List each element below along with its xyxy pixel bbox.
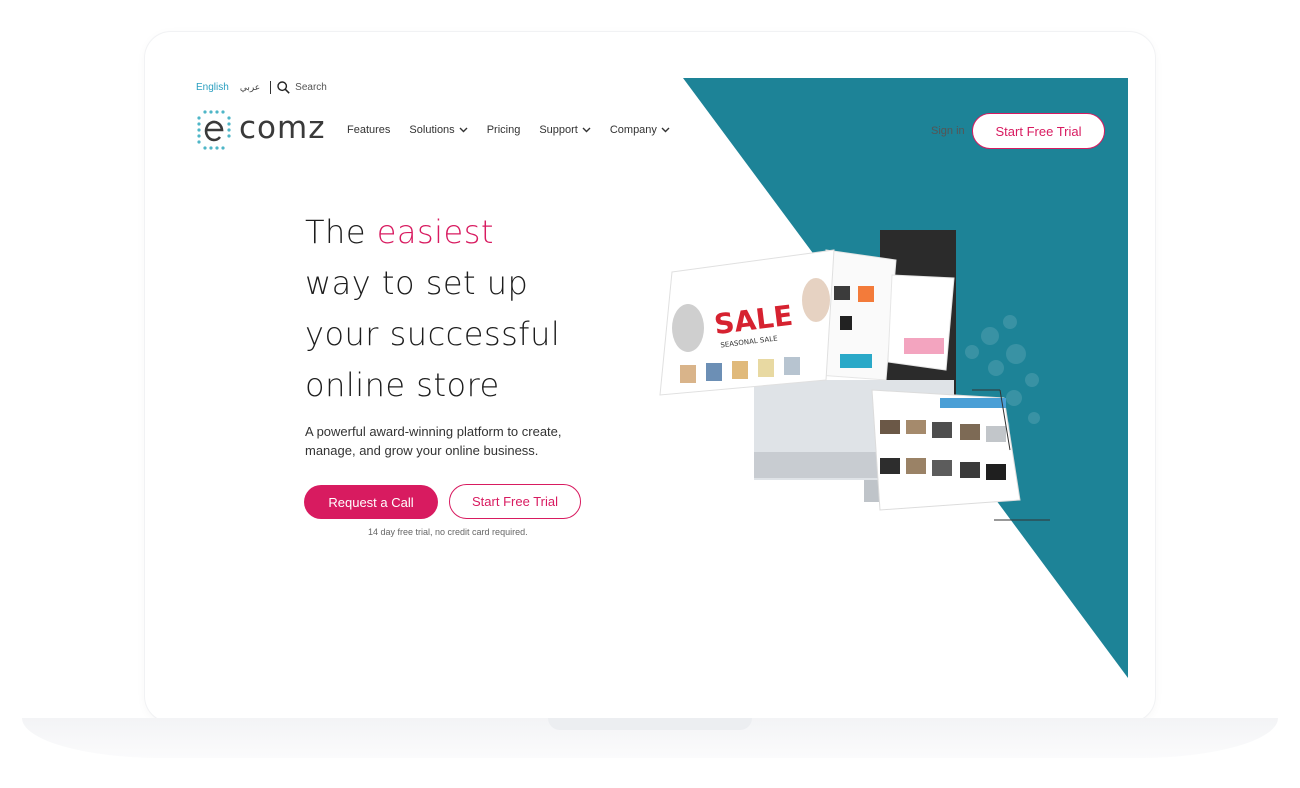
hero-title: The easiest way to set up your successfu… xyxy=(305,207,560,411)
nav-item-solutions[interactable]: Solutions xyxy=(409,124,468,136)
logo-wordmark: comz xyxy=(239,110,326,146)
hero-line-2: way to set up xyxy=(305,264,529,302)
request-call-button[interactable]: Request a Call xyxy=(304,485,438,519)
lang-english-link[interactable]: English xyxy=(196,82,229,93)
hero-accent-word: easiest xyxy=(376,213,494,251)
utility-divider xyxy=(270,81,272,94)
trial-note: 14 day free trial, no credit card requir… xyxy=(368,527,528,537)
header-start-trial-button[interactable]: Start Free Trial xyxy=(972,113,1105,149)
nav-label: Pricing xyxy=(486,124,521,136)
search-label: Search xyxy=(295,82,327,93)
logo-dots-icon xyxy=(195,108,239,150)
nav-item-company[interactable]: Company xyxy=(610,124,670,136)
nav-label: Support xyxy=(539,124,578,136)
lang-arabic-link[interactable]: عربي xyxy=(240,82,260,93)
ecomz-logo[interactable]: comz xyxy=(195,108,326,150)
nav-item-features[interactable]: Features xyxy=(347,124,390,136)
hero-line-3: your successful xyxy=(305,315,561,353)
chevron-down-icon xyxy=(582,127,591,133)
store-mockup-illustration: SALE SEASONAL SALE xyxy=(659,230,1050,521)
nav-item-pricing[interactable]: Pricing xyxy=(487,124,521,136)
signin-link[interactable]: Sign in xyxy=(931,125,965,137)
hero-line-4: online store xyxy=(305,366,500,404)
search-icon xyxy=(277,81,290,94)
hero-line-1: The easiest xyxy=(305,207,560,258)
chevron-down-icon xyxy=(459,127,468,133)
hero-line-1-prefix: The xyxy=(305,213,377,251)
search-link[interactable]: Search xyxy=(277,81,327,94)
hero-subtitle: A powerful award-winning platform to cre… xyxy=(305,424,562,458)
hero-start-trial-button[interactable]: Start Free Trial xyxy=(449,484,581,519)
nav-label: Features xyxy=(347,124,391,136)
nav-item-support[interactable]: Support xyxy=(539,124,591,136)
nav-label: Company xyxy=(609,124,657,136)
main-nav: Features Solutions Pricing Support Compa… xyxy=(347,124,689,136)
laptop-notch xyxy=(548,718,752,730)
website-screen: English عربي Search comz Features Soluti… xyxy=(158,50,1142,704)
chevron-down-icon xyxy=(661,127,670,133)
nav-label: Solutions xyxy=(409,124,455,136)
utility-bar: English عربي Search xyxy=(196,81,327,94)
